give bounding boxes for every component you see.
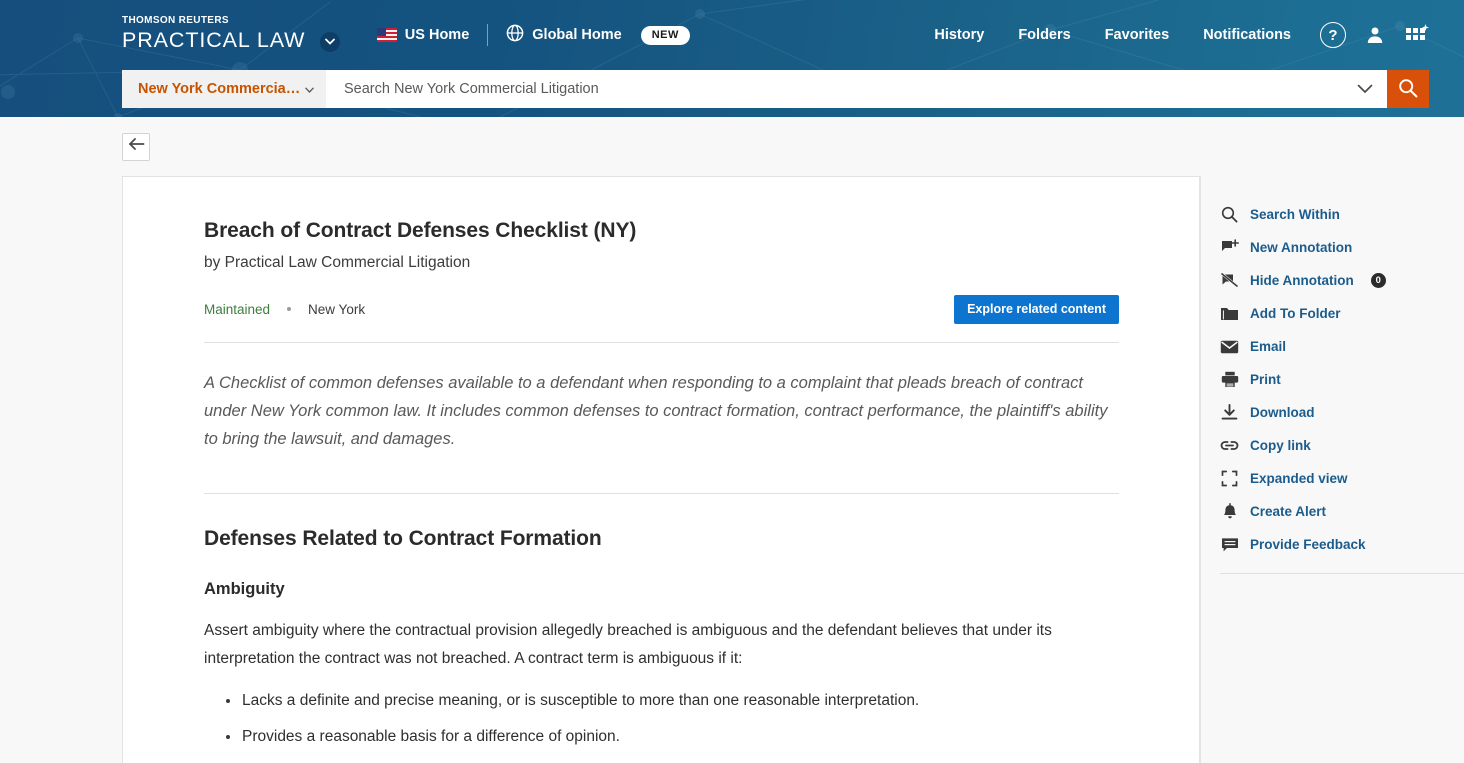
- bullet-list: Lacks a definite and precise meaning, or…: [204, 689, 1119, 749]
- expand-icon: [1220, 469, 1239, 488]
- tool-hide-annotation[interactable]: Hide Annotation 0: [1201, 264, 1464, 297]
- header-top-row: THOMSON REUTERS PRACTICAL LAW US Home: [0, 0, 1464, 70]
- global-home-link[interactable]: Global Home NEW: [506, 24, 690, 46]
- tool-search-within[interactable]: Search Within: [1201, 198, 1464, 231]
- account-button[interactable]: [1358, 18, 1392, 52]
- tools-list: Search Within New Annotation: [1201, 198, 1464, 574]
- us-flag-icon: [377, 28, 397, 42]
- caret-down-icon: [305, 80, 314, 98]
- nav-history[interactable]: History: [917, 27, 1001, 43]
- tool-expanded-view[interactable]: Expanded view: [1201, 462, 1464, 495]
- search-scope-label: New York Commercia…: [138, 81, 299, 97]
- annotation-count-badge: 0: [1371, 273, 1386, 288]
- divider-summary: [204, 493, 1119, 494]
- page-title: Breach of Contract Defenses Checklist (N…: [204, 219, 1119, 243]
- help-button[interactable]: ?: [1316, 18, 1350, 52]
- us-home-label: US Home: [405, 27, 469, 43]
- subsection-heading: Ambiguity: [204, 580, 1119, 599]
- tool-label: Copy link: [1250, 438, 1311, 453]
- document-summary: A Checklist of common defenses available…: [204, 369, 1119, 453]
- bell-icon: [1220, 502, 1239, 521]
- folder-icon: [1220, 304, 1239, 323]
- jurisdiction-label: New York: [308, 302, 365, 317]
- chevron-down-icon: [1357, 82, 1373, 97]
- explore-related-content-button[interactable]: Explore related content: [954, 295, 1119, 324]
- global-home-label: Global Home: [532, 27, 621, 43]
- meta-separator-dot: [287, 307, 291, 311]
- tool-label: Expanded view: [1250, 471, 1348, 486]
- link-icon: [1220, 436, 1239, 455]
- tool-label: Add To Folder: [1250, 306, 1341, 321]
- nav-folders[interactable]: Folders: [1001, 27, 1087, 43]
- arrow-left-icon: [128, 137, 145, 156]
- brand-thomson-reuters: THOMSON REUTERS: [122, 16, 340, 26]
- annotation-add-icon: [1220, 238, 1239, 257]
- search-options-button[interactable]: [1343, 70, 1387, 108]
- search-scope-select[interactable]: New York Commercia…: [122, 70, 326, 108]
- tools-divider: [1220, 573, 1464, 574]
- section-heading: Defenses Related to Contract Formation: [204, 527, 1119, 551]
- annotation-hide-icon: [1220, 271, 1239, 290]
- help-circle-icon: ?: [1320, 22, 1346, 48]
- tool-label: Print: [1250, 372, 1281, 387]
- download-icon: [1220, 403, 1239, 422]
- tool-label: Search Within: [1250, 207, 1340, 222]
- apps-grid-icon: [1406, 26, 1428, 44]
- status-badge: Maintained: [204, 302, 270, 317]
- search-submit-button[interactable]: [1387, 70, 1429, 108]
- tool-new-annotation[interactable]: New Annotation: [1201, 231, 1464, 264]
- nav-notifications[interactable]: Notifications: [1186, 27, 1308, 43]
- new-badge: NEW: [641, 26, 690, 45]
- envelope-icon: [1220, 337, 1239, 356]
- brand-practical-law: PRACTICAL LAW: [122, 28, 305, 52]
- divider-top: [204, 342, 1119, 343]
- feedback-icon: [1220, 535, 1239, 554]
- tool-email[interactable]: Email: [1201, 330, 1464, 363]
- chevron-down-icon[interactable]: [320, 32, 340, 52]
- us-home-link[interactable]: US Home: [377, 27, 469, 43]
- brand-logo[interactable]: THOMSON REUTERS PRACTICAL LAW: [122, 16, 340, 54]
- list-item: Provides a reasonable basis for a differ…: [226, 725, 1119, 749]
- printer-icon: [1220, 370, 1239, 389]
- search-input[interactable]: [342, 80, 1327, 98]
- search-icon: [1398, 78, 1418, 101]
- header-divider: [487, 24, 488, 46]
- tool-print[interactable]: Print: [1201, 363, 1464, 396]
- document-panel: Breach of Contract Defenses Checklist (N…: [122, 176, 1200, 763]
- document-content: Breach of Contract Defenses Checklist (N…: [123, 177, 1199, 749]
- tool-label: New Annotation: [1250, 240, 1352, 255]
- tool-create-alert[interactable]: Create Alert: [1201, 495, 1464, 528]
- tool-label: Email: [1250, 339, 1286, 354]
- tool-provide-feedback[interactable]: Provide Feedback: [1201, 528, 1464, 561]
- list-item: Lacks a definite and precise meaning, or…: [226, 689, 1119, 713]
- apps-button[interactable]: [1400, 18, 1434, 52]
- breadcrumb-bar: [0, 117, 1464, 176]
- tool-label: Hide Annotation: [1250, 273, 1354, 288]
- search-input-wrap: [326, 70, 1343, 108]
- section-paragraph: Assert ambiguity where the contractual p…: [204, 617, 1119, 673]
- tool-label: Provide Feedback: [1250, 537, 1366, 552]
- tool-add-to-folder[interactable]: Add To Folder: [1201, 297, 1464, 330]
- tool-copy-link[interactable]: Copy link: [1201, 429, 1464, 462]
- page-body: Breach of Contract Defenses Checklist (N…: [0, 176, 1464, 763]
- globe-icon: [506, 24, 524, 46]
- document-meta-row: Maintained New York Explore related cont…: [204, 294, 1119, 324]
- back-button[interactable]: [122, 133, 150, 161]
- search-bar: New York Commercia…: [122, 70, 1429, 108]
- nav-favorites[interactable]: Favorites: [1088, 27, 1186, 43]
- search-icon: [1220, 205, 1239, 224]
- tool-label: Create Alert: [1250, 504, 1326, 519]
- document-byline: by Practical Law Commercial Litigation: [204, 254, 1119, 272]
- header-nav: History Folders Favorites Notifications …: [917, 18, 1434, 52]
- app-header: THOMSON REUTERS PRACTICAL LAW US Home: [0, 0, 1464, 117]
- tools-sidebar: Search Within New Annotation: [1200, 176, 1464, 763]
- person-icon: [1365, 25, 1385, 45]
- tool-label: Download: [1250, 405, 1315, 420]
- tool-download[interactable]: Download: [1201, 396, 1464, 429]
